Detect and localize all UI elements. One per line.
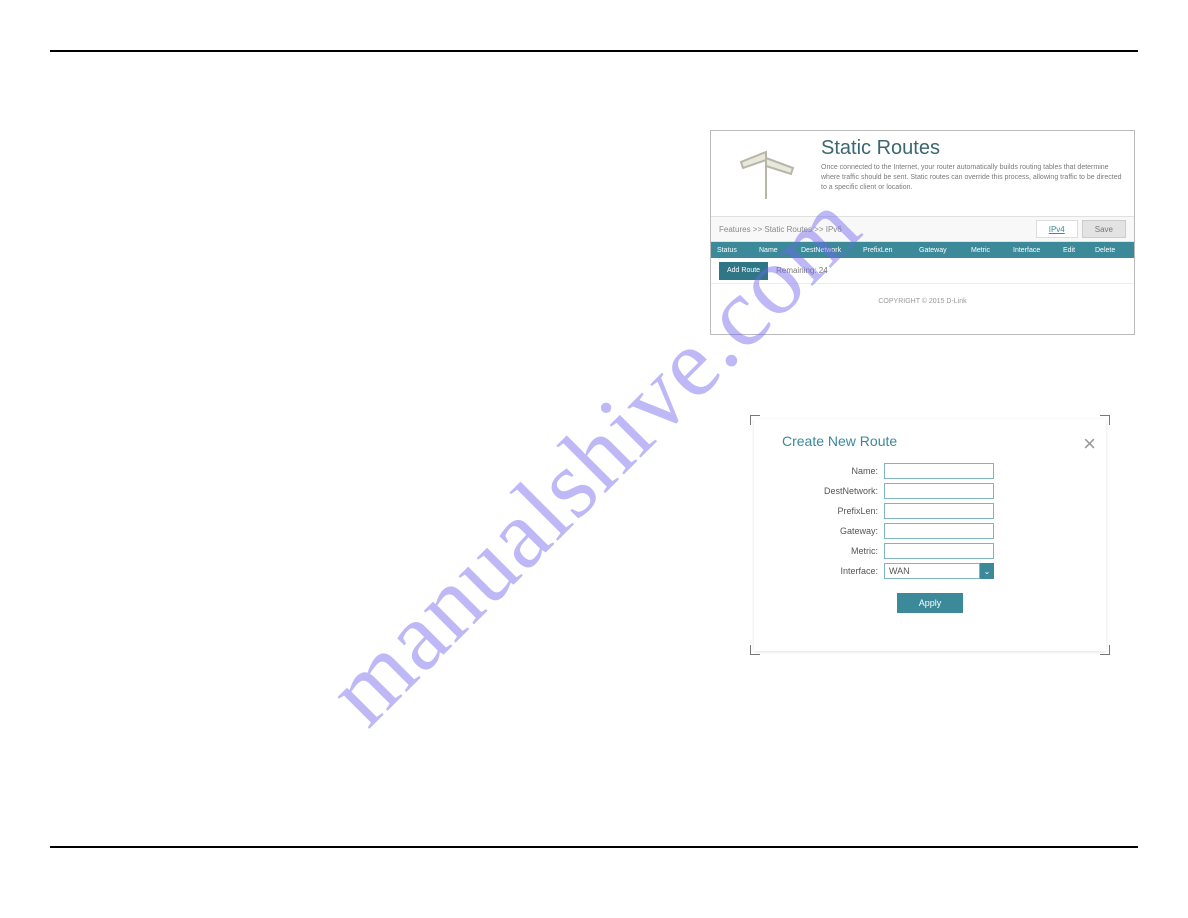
destnetwork-input[interactable] xyxy=(884,483,994,499)
metric-label: Metric: xyxy=(754,546,884,556)
name-label: Name: xyxy=(754,466,884,476)
close-icon[interactable]: × xyxy=(1083,431,1096,457)
interface-select[interactable]: WAN ⌄ xyxy=(884,563,994,579)
gateway-input[interactable] xyxy=(884,523,994,539)
bottom-rule xyxy=(50,846,1138,848)
static-routes-screenshot: Static Routes Once connected to the Inte… xyxy=(710,130,1135,335)
page-title: Static Routes xyxy=(821,137,1128,160)
breadcrumb: Features >> Static Routes >> IPv6 xyxy=(719,225,1032,234)
metric-input[interactable] xyxy=(884,543,994,559)
apply-button[interactable]: Apply xyxy=(897,593,963,613)
save-button[interactable]: Save xyxy=(1082,220,1126,238)
interface-label: Interface: xyxy=(754,566,884,576)
signpost-icon xyxy=(711,131,821,216)
copyright: COPYRIGHT © 2015 D-Link xyxy=(711,298,1134,305)
prefixlen-label: PrefixLen: xyxy=(754,506,884,516)
add-route-button[interactable]: Add Route xyxy=(719,262,768,280)
destnetwork-label: DestNetwork: xyxy=(754,486,884,496)
remaining-count: Remaining: 24 xyxy=(776,266,828,275)
dialog-title: Create New Route xyxy=(754,419,1106,459)
top-rule xyxy=(50,50,1138,52)
name-input[interactable] xyxy=(884,463,994,479)
table-header: Status Name DestNetwork PrefixLen Gatewa… xyxy=(711,242,1134,258)
gateway-label: Gateway: xyxy=(754,526,884,536)
prefixlen-input[interactable] xyxy=(884,503,994,519)
create-route-dialog-screenshot: Create New Route × Name: DestNetwork: Pr… xyxy=(750,415,1110,655)
ipv4-link[interactable]: IPv4 xyxy=(1036,220,1078,238)
page-description: Once connected to the Internet, your rou… xyxy=(821,163,1128,192)
chevron-down-icon: ⌄ xyxy=(980,563,994,579)
